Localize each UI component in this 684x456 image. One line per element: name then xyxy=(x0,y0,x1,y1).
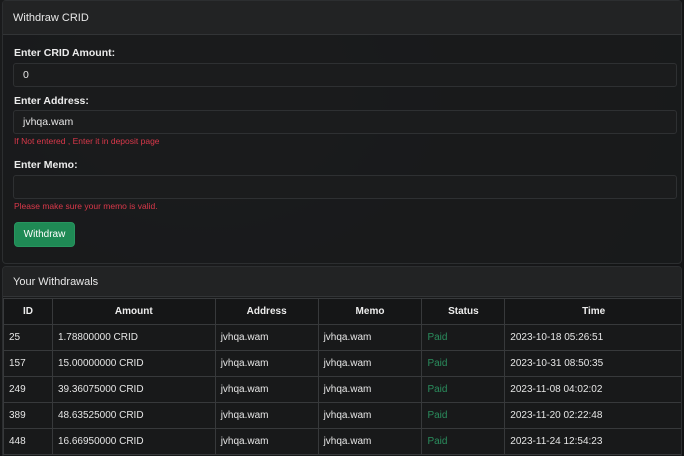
cell-status: Paid xyxy=(421,376,506,403)
withdrawals-card: Your Withdrawals ID Amount Address Memo … xyxy=(2,266,682,456)
column-header-memo: Memo xyxy=(317,298,423,325)
table-row: 448 16.66950000 CRID jvhqa.wam jvhqa.wam… xyxy=(3,428,681,455)
cell-id: 389 xyxy=(3,402,53,429)
memo-label: Enter Memo: xyxy=(14,159,78,171)
memo-input[interactable] xyxy=(13,175,677,199)
cell-id: 249 xyxy=(3,376,53,403)
withdraw-card: Withdraw CRID Enter CRID Amount: 0 Enter… xyxy=(2,0,682,264)
address-input[interactable]: jvhqa.wam xyxy=(13,110,677,134)
cell-status: Paid xyxy=(421,428,506,455)
cell-amount: 1.78800000 CRID xyxy=(51,324,216,351)
amount-label: Enter CRID Amount: xyxy=(14,47,116,59)
column-header-status: Status xyxy=(421,298,506,325)
cell-id: 448 xyxy=(3,428,53,455)
cell-time: 2023-10-18 05:26:51 xyxy=(504,324,681,351)
cell-amount: 39.36075000 CRID xyxy=(51,376,216,403)
cell-time: 2023-10-31 08:50:35 xyxy=(504,350,681,377)
cell-memo: jvhqa.wam xyxy=(317,350,423,377)
page: Withdraw CRID Enter CRID Amount: 0 Enter… xyxy=(0,0,684,456)
cell-memo: jvhqa.wam xyxy=(317,324,423,351)
cell-time: 2023-11-24 12:54:23 xyxy=(504,428,681,455)
withdrawals-card-title: Your Withdrawals xyxy=(3,267,681,297)
cell-id: 157 xyxy=(3,350,53,377)
table-row: 389 48.63525000 CRID jvhqa.wam jvhqa.wam… xyxy=(3,402,681,429)
cell-memo: jvhqa.wam xyxy=(317,376,423,403)
cell-address: jvhqa.wam xyxy=(214,428,319,455)
cell-time: 2023-11-08 04:02:02 xyxy=(504,376,681,403)
table-row: 157 15.00000000 CRID jvhqa.wam jvhqa.wam… xyxy=(3,350,681,377)
column-header-id: ID xyxy=(3,298,53,325)
cell-amount: 16.66950000 CRID xyxy=(51,428,216,455)
column-header-address: Address xyxy=(214,298,319,325)
table-header-row: ID Amount Address Memo Status Time xyxy=(3,298,681,325)
cell-address: jvhqa.wam xyxy=(214,402,319,429)
cell-address: jvhqa.wam xyxy=(214,350,319,377)
memo-hint: Please make sure your memo is valid. xyxy=(14,201,158,211)
column-header-amount: Amount xyxy=(51,298,216,325)
cell-status: Paid xyxy=(421,402,506,429)
cell-memo: jvhqa.wam xyxy=(317,402,423,429)
table-row: 25 1.78800000 CRID jvhqa.wam jvhqa.wam P… xyxy=(3,324,681,351)
address-label: Enter Address: xyxy=(14,95,89,107)
cell-time: 2023-11-20 02:22:48 xyxy=(504,402,681,429)
cell-status: Paid xyxy=(421,350,506,377)
amount-input[interactable]: 0 xyxy=(13,63,677,87)
cell-address: jvhqa.wam xyxy=(214,376,319,403)
cell-amount: 15.00000000 CRID xyxy=(51,350,216,377)
table-row: 249 39.36075000 CRID jvhqa.wam jvhqa.wam… xyxy=(3,376,681,403)
cell-memo: jvhqa.wam xyxy=(317,428,423,455)
cell-status: Paid xyxy=(421,324,506,351)
withdraw-button[interactable]: Withdraw xyxy=(14,222,75,247)
withdrawals-table: ID Amount Address Memo Status Time 25 1.… xyxy=(3,298,681,455)
withdraw-card-title: Withdraw CRID xyxy=(3,1,681,35)
cell-amount: 48.63525000 CRID xyxy=(51,402,216,429)
cell-address: jvhqa.wam xyxy=(214,324,319,351)
address-hint: If Not entered , Enter it in deposit pag… xyxy=(14,136,160,146)
column-header-time: Time xyxy=(504,298,681,325)
cell-id: 25 xyxy=(3,324,53,351)
